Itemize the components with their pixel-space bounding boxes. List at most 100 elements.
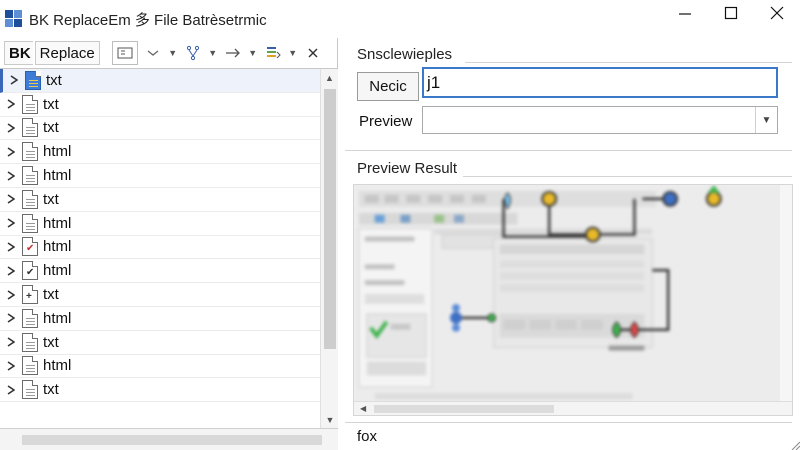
close-icon (770, 6, 784, 20)
tree-row[interactable]: txt (0, 69, 338, 93)
chevron-right-icon[interactable] (0, 169, 22, 183)
toolbar: BK Replace ▼ ▼ ▼ ▼ (0, 38, 337, 68)
scroll-thumb[interactable] (22, 435, 322, 445)
tree-row[interactable]: html (0, 307, 338, 331)
tree-row[interactable]: ✔ html (0, 236, 338, 260)
chevron-down-icon[interactable]: ▼ (168, 48, 178, 58)
chevron-right-icon[interactable] (3, 73, 25, 87)
file-icon (22, 118, 38, 138)
tree-item-label: txt (43, 95, 59, 113)
tree-row[interactable]: txt (0, 331, 338, 355)
preview-label: Preview (359, 113, 413, 130)
chevron-down-icon[interactable]: ▼ (208, 48, 218, 58)
chevron-right-icon[interactable] (0, 97, 22, 111)
clear-button[interactable] (300, 41, 326, 65)
tree-vertical-scrollbar[interactable]: ▲ ▼ (320, 69, 338, 428)
group-divider (345, 422, 792, 423)
value-input[interactable]: j1 (422, 67, 778, 98)
tree-row[interactable]: html (0, 140, 338, 165)
file-error-icon: ✔ (22, 237, 38, 257)
tree-row[interactable]: html (0, 212, 338, 236)
scroll-down-icon[interactable]: ▼ (321, 411, 338, 428)
tree-item-label: html (43, 214, 72, 232)
replace-button[interactable]: Replace (34, 41, 100, 65)
group-divider (463, 176, 792, 177)
arrow-right-icon (225, 48, 240, 58)
file-icon (22, 356, 38, 376)
scroll-up-icon[interactable]: ▲ (321, 69, 338, 87)
preview-horizontal-scrollbar[interactable]: ◀ (354, 401, 792, 415)
tree-item-label: txt (43, 119, 59, 137)
tree-horizontal-scrollbar[interactable] (0, 428, 338, 450)
close-button[interactable] (754, 0, 800, 26)
tree-item-label: txt (43, 190, 59, 208)
group-divider (345, 150, 792, 151)
file-icon (22, 142, 38, 162)
window-controls (662, 0, 800, 26)
branch-button[interactable] (180, 41, 206, 65)
preview-screenshot-graphic (354, 185, 792, 415)
chevron-right-icon[interactable] (0, 145, 22, 159)
tree-item-label: html (43, 167, 72, 185)
close-icon (308, 48, 318, 58)
file-icon (22, 380, 38, 400)
scroll-thumb[interactable] (324, 89, 336, 349)
filter-icon (147, 50, 159, 56)
file-icon (22, 213, 38, 233)
tree-item-label: txt (43, 381, 59, 399)
file-check-icon: ✔ (22, 261, 38, 281)
tree-row[interactable]: txt (0, 93, 338, 117)
chevron-down-icon[interactable]: ▼ (755, 107, 777, 133)
tree-item-label: html (43, 262, 72, 280)
chevron-right-icon[interactable] (0, 264, 22, 278)
preview-result-title: Preview Result (357, 160, 458, 177)
file-add-icon: + (22, 285, 38, 305)
chevron-right-icon[interactable] (0, 311, 22, 325)
stack-button[interactable] (260, 41, 286, 65)
file-icon (22, 308, 38, 328)
chevron-right-icon[interactable] (0, 359, 22, 373)
scroll-thumb[interactable] (374, 405, 554, 413)
file-tree: txt txt txt html html txt html ✔ html ✔ html + txt ht… (0, 68, 338, 428)
tree-row[interactable]: txt (0, 188, 338, 212)
chevron-down-icon[interactable]: ▼ (248, 48, 258, 58)
file-icon (22, 189, 38, 209)
tree-row[interactable]: txt (0, 378, 338, 403)
tree-row[interactable]: txt (0, 117, 338, 141)
settings-pane: Snsclewieples Necic j1 Preview ▼ Preview… (345, 38, 800, 450)
folder-file-icon (25, 70, 41, 90)
tree-row[interactable]: html (0, 355, 338, 379)
group-divider (465, 62, 792, 63)
tree-row[interactable]: html (0, 164, 338, 188)
chevron-right-icon[interactable] (0, 216, 22, 230)
chevron-right-icon[interactable] (0, 121, 22, 135)
chevron-right-icon[interactable] (0, 288, 22, 302)
view-icon (117, 47, 133, 59)
maximize-button[interactable] (708, 0, 754, 26)
move-button[interactable] (220, 41, 246, 65)
resize-grip-icon[interactable] (790, 440, 800, 450)
view-button[interactable] (111, 41, 138, 65)
field-button[interactable]: Necic (357, 72, 419, 101)
tree-row[interactable]: + txt (0, 283, 338, 307)
tree-item-label: html (43, 143, 72, 161)
preview-result-image: ◀ (353, 184, 793, 416)
chevron-right-icon[interactable] (0, 240, 22, 254)
chevron-right-icon[interactable] (0, 192, 22, 206)
preview-select[interactable]: ▼ (422, 106, 778, 134)
minimize-button[interactable] (662, 0, 708, 26)
chevron-down-icon[interactable]: ▼ (288, 48, 298, 58)
scroll-left-icon[interactable]: ◀ (360, 404, 366, 413)
tree-item-label: html (43, 309, 72, 327)
branch-icon (186, 45, 199, 61)
maximize-icon (724, 6, 738, 20)
tree-item-label: txt (43, 286, 59, 304)
file-icon (22, 94, 38, 114)
filter-button[interactable] (140, 41, 166, 65)
chevron-right-icon[interactable] (0, 335, 22, 349)
file-pane: BK Replace ▼ ▼ ▼ ▼ txt txt txt html html txt h… (0, 38, 338, 450)
tree-row[interactable]: ✔ html (0, 259, 338, 284)
brand-label: BK (4, 41, 33, 65)
chevron-right-icon[interactable] (0, 383, 22, 397)
preview-vertical-scrollbar[interactable] (780, 185, 792, 415)
